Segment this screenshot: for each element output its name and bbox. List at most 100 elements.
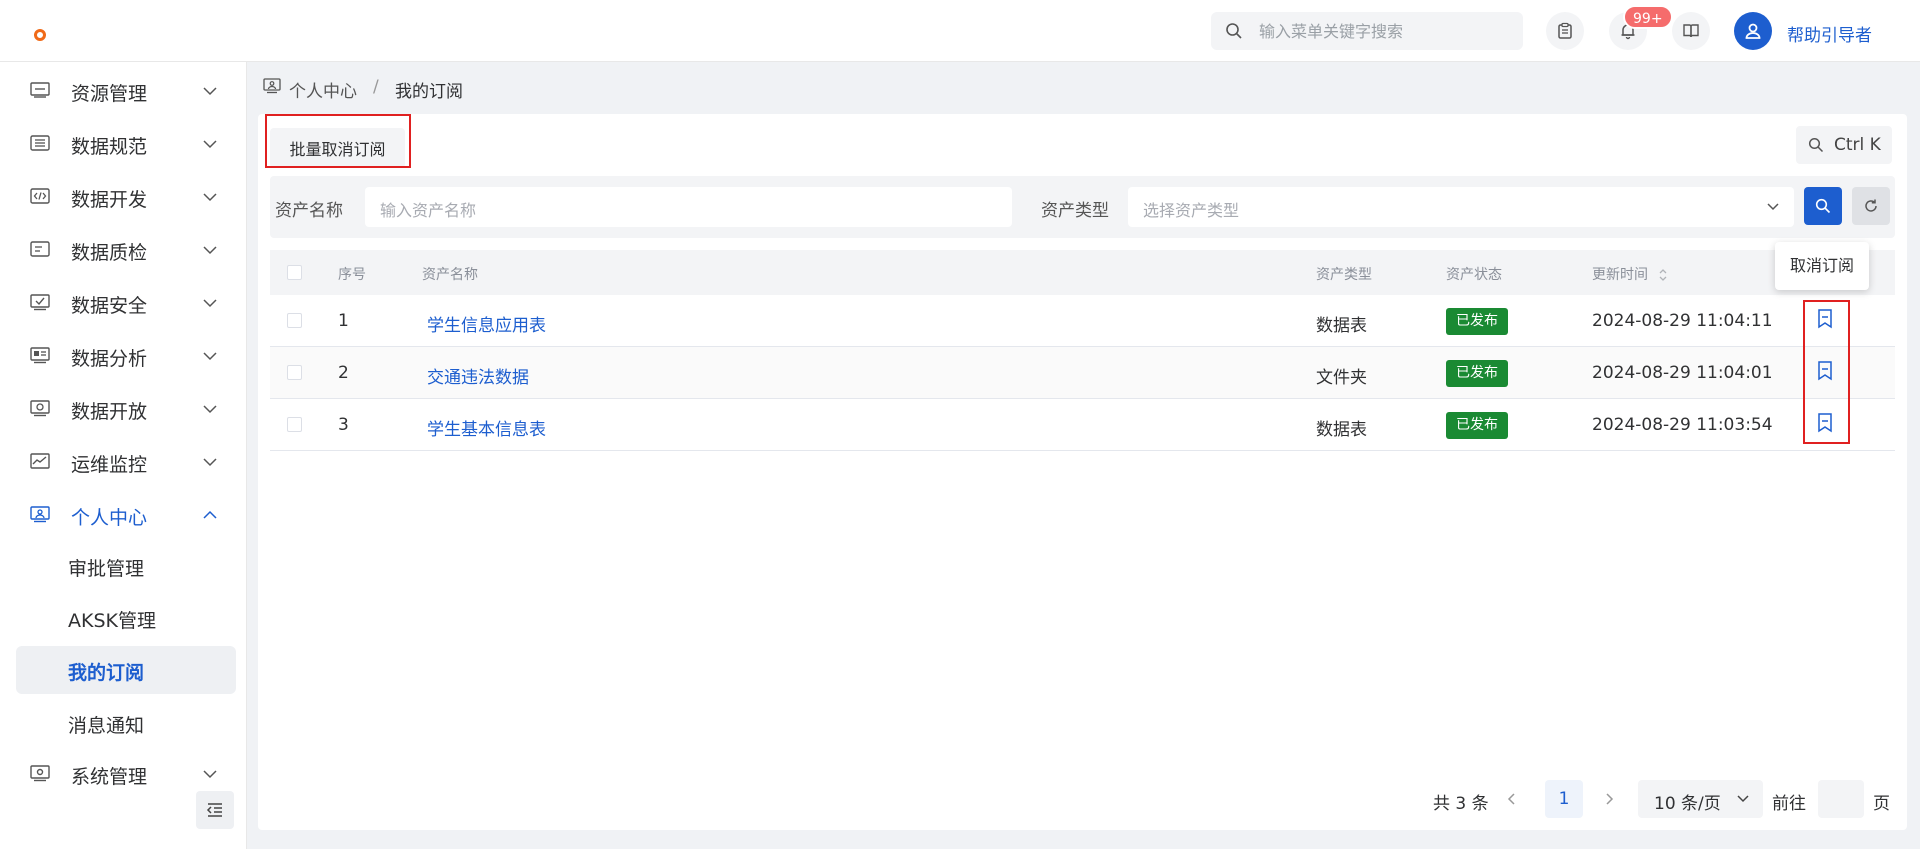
- menu-search-box[interactable]: [1211, 12, 1523, 50]
- sidebar-subitem-label: 我的订阅: [68, 662, 145, 684]
- chevron-down-icon: [203, 299, 217, 308]
- sidebar-item-label: 系统管理: [71, 766, 148, 788]
- pagination-total: 共 3 条: [1433, 794, 1489, 814]
- sidebar-item-label: 数据分析: [71, 348, 148, 370]
- search-icon: [1226, 23, 1242, 39]
- chevron-left-icon[interactable]: [1505, 792, 1519, 806]
- row-checkbox[interactable]: [287, 313, 302, 328]
- chevron-down-icon: [203, 458, 217, 467]
- resource-icon: [30, 82, 50, 98]
- unsubscribe-icon[interactable]: [1815, 360, 1835, 382]
- sidebar-subitem-label: AKSK管理: [68, 610, 156, 632]
- row-checkbox[interactable]: [287, 417, 302, 432]
- search-button[interactable]: [1804, 187, 1842, 225]
- book-icon: [1683, 24, 1699, 38]
- status-badge: 已发布: [1446, 360, 1508, 387]
- asset-name-label: 资产名称: [275, 201, 343, 221]
- monitor-icon: [30, 453, 50, 469]
- page-jump-input[interactable]: [1818, 780, 1864, 818]
- sidebar-item-label: 数据开发: [71, 189, 148, 211]
- updated-time: 2024-08-29 11:04:11: [1592, 311, 1773, 331]
- table-row: 2 交通违法数据 文件夹 已发布 2024-08-29 11:04:01: [270, 347, 1895, 399]
- personal-icon: [263, 78, 281, 94]
- analysis-icon: [30, 347, 50, 364]
- pagination-page-current[interactable]: 1: [1545, 780, 1583, 818]
- guide-book-button[interactable]: [1672, 12, 1710, 50]
- code-icon: [30, 188, 50, 204]
- search-icon: [1815, 198, 1831, 214]
- unsubscribe-icon[interactable]: [1815, 412, 1835, 434]
- sidebar-item-personal-center[interactable]: 个人中心: [0, 489, 247, 541]
- chevron-up-icon: [203, 510, 217, 519]
- logo[interactable]: [34, 29, 46, 41]
- clipboard-button[interactable]: [1546, 12, 1584, 50]
- sidebar-item-data-analysis[interactable]: 数据分析: [0, 330, 247, 382]
- sidebar-subitem-aksk-management[interactable]: AKSK管理: [16, 594, 236, 642]
- shortcut-search-button[interactable]: Ctrl K: [1796, 126, 1892, 164]
- asset-type: 文件夹: [1316, 368, 1367, 388]
- updated-time: 2024-08-29 11:04:01: [1592, 363, 1773, 383]
- chevron-down-icon: [1737, 795, 1749, 803]
- chevron-right-icon[interactable]: [1602, 792, 1616, 806]
- row-checkbox[interactable]: [287, 365, 302, 380]
- column-header-name: 资产名称: [422, 267, 478, 283]
- asset-name-input[interactable]: 输入资产名称: [365, 187, 1012, 227]
- sidebar-item-data-security[interactable]: 数据安全: [0, 277, 247, 329]
- batch-unsubscribe-button[interactable]: 批量取消订阅: [270, 128, 405, 168]
- sidebar-item-data-development[interactable]: 数据开发: [0, 171, 247, 223]
- row-index: 3: [338, 415, 349, 435]
- notification-badge: 99+: [1623, 5, 1673, 29]
- chevron-down-icon: [1767, 203, 1779, 211]
- open-data-icon: [30, 400, 50, 417]
- username[interactable]: 帮助引导者: [1787, 21, 1872, 46]
- chevron-down-icon: [203, 87, 217, 96]
- chevron-down-icon: [203, 246, 217, 255]
- menu-search-input[interactable]: [1259, 12, 1509, 50]
- sidebar-item-ops-monitoring[interactable]: 运维监控: [0, 436, 247, 488]
- inspect-icon: [30, 241, 50, 257]
- breadcrumb-separator: /: [373, 77, 379, 97]
- unsubscribe-tooltip: 取消订阅: [1775, 242, 1869, 290]
- sidebar-item-resource-management[interactable]: 资源管理: [0, 65, 247, 117]
- updated-time: 2024-08-29 11:03:54: [1592, 415, 1773, 435]
- table-row: 1 学生信息应用表 数据表 已发布 2024-08-29 11:04:11: [270, 295, 1895, 347]
- asset-name-placeholder: 输入资产名称: [380, 201, 477, 220]
- reset-button[interactable]: [1852, 187, 1890, 225]
- status-badge: 已发布: [1446, 308, 1508, 335]
- column-header-index: 序号: [338, 267, 366, 283]
- sidebar-item-label: 数据质检: [71, 242, 148, 264]
- chevron-down-icon: [203, 193, 217, 202]
- clipboard-icon: [1558, 22, 1572, 39]
- column-header-updated[interactable]: 更新时间: [1592, 264, 1668, 284]
- sidebar-item-data-inspection[interactable]: 数据质检: [0, 224, 247, 276]
- sidebar-item-label: 个人中心: [71, 507, 148, 529]
- collapse-sidebar-button[interactable]: [196, 791, 234, 829]
- filter-bar: 资产名称 输入资产名称 资产类型 选择资产类型: [270, 176, 1895, 238]
- sidebar-subitem-message-notifications[interactable]: 消息通知: [16, 699, 236, 747]
- asset-name-link[interactable]: 学生基本信息表: [427, 415, 546, 440]
- sidebar-item-label: 数据安全: [71, 295, 148, 317]
- asset-name-link[interactable]: 学生信息应用表: [427, 311, 546, 336]
- chevron-down-icon: [203, 140, 217, 149]
- row-index: 2: [338, 363, 349, 383]
- sidebar-subitem-my-subscriptions[interactable]: 我的订阅: [16, 646, 236, 694]
- top-bar: 99+ 帮助引导者: [0, 0, 1920, 62]
- sidebar-subitem-approval-management[interactable]: 审批管理: [16, 542, 236, 590]
- page-size-select[interactable]: 10 条/页: [1638, 780, 1763, 818]
- main-card: 批量取消订阅 Ctrl K 资产名称 输入资产名称 资产类型 选择资产类型 序号…: [258, 114, 1907, 830]
- asset-type-select[interactable]: 选择资产类型: [1128, 187, 1794, 227]
- menu-fold-icon: [206, 803, 222, 817]
- user-icon: [1745, 23, 1761, 39]
- sidebar-item-label: 资源管理: [71, 83, 148, 105]
- sidebar-item-data-open[interactable]: 数据开放: [0, 383, 247, 435]
- asset-type: 数据表: [1316, 316, 1367, 336]
- personal-icon: [30, 506, 50, 523]
- select-all-checkbox[interactable]: [287, 265, 302, 280]
- asset-name-link[interactable]: 交通违法数据: [427, 363, 529, 388]
- page-size-value: 10 条/页: [1654, 794, 1721, 814]
- avatar[interactable]: [1734, 12, 1772, 50]
- asset-type-label: 资产类型: [1041, 201, 1109, 221]
- unsubscribe-icon[interactable]: [1815, 308, 1835, 330]
- breadcrumb-parent[interactable]: 个人中心: [289, 77, 357, 102]
- sidebar-item-data-standards[interactable]: 数据规范: [0, 118, 247, 170]
